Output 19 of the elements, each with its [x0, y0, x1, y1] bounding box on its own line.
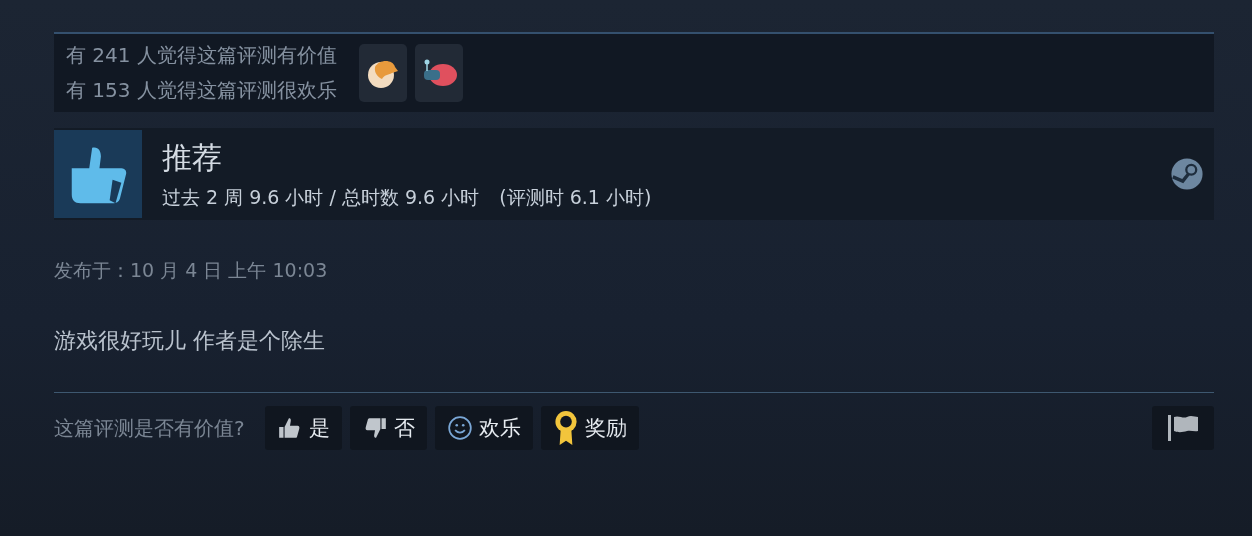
award-ribbon-icon: [552, 410, 579, 446]
review-verdict: 推荐: [162, 138, 223, 177]
playtime-at-review: (评测时 6.1 小时): [499, 184, 652, 210]
playtime-text: 过去 2 周 9.6 小时 / 总时数 9.6 小时: [162, 184, 480, 210]
review-text: 游戏很好玩儿 作者是个除生: [54, 327, 326, 355]
posted-date: 发布于：10 月 4 日 上午 10:03: [54, 258, 329, 283]
helpful-prompt: 这篇评测是否有价值?: [54, 414, 245, 442]
funny-vote-button[interactable]: 欢乐: [434, 406, 533, 450]
reaction-count: 有 241 人觉得这篇评测有价值: [66, 42, 337, 69]
award-tile[interactable]: [358, 44, 407, 102]
award-vote-button[interactable]: 奖励: [540, 406, 639, 450]
report-button[interactable]: [1152, 406, 1214, 450]
steam-logo-icon: [1170, 157, 1204, 191]
reaction-count: 有 153 人觉得这篇评测很欢乐: [66, 77, 337, 104]
flag-icon: [1166, 414, 1200, 442]
award-tile[interactable]: [414, 44, 463, 102]
no-vote-button[interactable]: 否: [349, 406, 427, 450]
yes-vote-button[interactable]: 是: [264, 406, 342, 450]
smiley-icon: [446, 415, 473, 441]
